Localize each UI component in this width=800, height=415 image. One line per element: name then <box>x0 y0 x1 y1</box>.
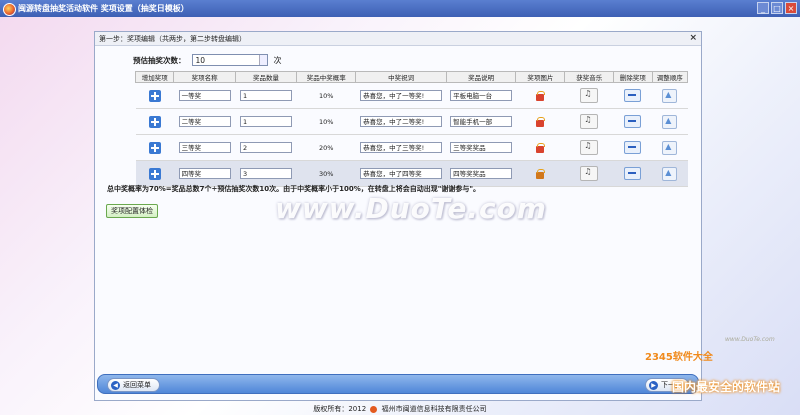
brand-watermark: 2345软件大全 <box>645 352 713 363</box>
delete-prize-icon[interactable] <box>624 141 642 154</box>
company-logo-icon <box>370 405 378 413</box>
title-bar: 闽源转盘抽奖活动软件 奖项设置（抽奖日模板） _ □ × <box>0 0 800 17</box>
prize-image-icon[interactable] <box>535 116 546 128</box>
prize-message-input[interactable]: 恭喜您，中了四等奖 <box>360 168 443 179</box>
prize-qty-stepper[interactable]: 1 <box>239 116 292 127</box>
prize-probability: 10% <box>296 108 356 135</box>
col-image: 奖项图片 <box>515 71 566 83</box>
prize-probability: 10% <box>296 82 356 109</box>
company-name: 福州市闽道信息科技有限责任公司 <box>381 405 487 413</box>
col-music: 获奖音乐 <box>564 71 615 83</box>
prize-desc-input[interactable]: 平板电脑一台 <box>450 90 513 101</box>
watermark-text: www.DuoTe.com <box>275 192 547 225</box>
music-icon[interactable] <box>580 140 599 155</box>
site-url-watermark: www.DuoTe.com <box>725 336 775 343</box>
prize-image-icon[interactable] <box>535 90 546 102</box>
move-up-icon[interactable] <box>662 114 678 129</box>
music-icon[interactable] <box>580 166 599 181</box>
dialog-title: 第一步：奖项编辑（共两步，第二步转盘编辑） <box>99 35 246 43</box>
prize-message-input[interactable]: 恭喜您，中了二等奖! <box>360 116 443 127</box>
delete-prize-icon[interactable] <box>624 115 642 128</box>
add-prize-icon[interactable] <box>148 167 161 180</box>
col-order: 调整顺序 <box>651 71 689 83</box>
prize-editor-dialog: 第一步：奖项编辑（共两步，第二步转盘编辑） × 预估抽奖次数： 10 次 增加奖… <box>94 31 702 401</box>
col-delete: 删除奖项 <box>613 71 653 83</box>
prize-qty-stepper[interactable]: 2 <box>239 142 292 153</box>
window-title: 闽源转盘抽奖活动软件 奖项设置（抽奖日模板） <box>18 4 189 13</box>
col-desc: 奖品说明 <box>445 71 517 83</box>
window-controls: _ □ × <box>757 2 797 14</box>
prize-image-icon[interactable] <box>535 142 546 154</box>
copyright-text: 版权所有：2012 <box>313 405 367 413</box>
draw-count-label: 预估抽奖次数： <box>133 55 186 65</box>
prize-probability: 20% <box>296 134 356 161</box>
draw-count-stepper[interactable]: 10 <box>191 54 268 66</box>
bottom-nav-bar: ◀ 返回菜单 ▶ 下一步 <box>97 374 699 394</box>
back-to-menu-button[interactable]: ◀ 返回菜单 <box>107 378 160 392</box>
prize-qty-stepper[interactable]: 1 <box>239 90 292 101</box>
add-prize-icon[interactable] <box>148 115 161 128</box>
music-icon[interactable] <box>580 88 599 103</box>
back-arrow-icon: ◀ <box>111 380 120 390</box>
prize-desc-input[interactable]: 三等奖奖品 <box>450 142 513 153</box>
col-name: 奖项名称 <box>173 71 236 83</box>
table-row: 一等奖 1 10% 恭喜您，中了一等奖! 平板电脑一台 <box>135 82 688 109</box>
prize-desc-input[interactable]: 智能手机一部 <box>450 116 513 127</box>
col-qty: 奖品数量 <box>234 71 298 83</box>
table-row: 四等奖 3 30% 恭喜您，中了四等奖 四等奖奖品 <box>135 160 688 187</box>
next-arrow-icon: ▶ <box>649 380 658 390</box>
close-button[interactable]: × <box>785 2 797 14</box>
move-up-icon[interactable] <box>662 88 678 103</box>
add-prize-icon[interactable] <box>148 89 161 102</box>
table-row: 三等奖 2 20% 恭喜您，中了三等奖! 三等奖奖品 <box>135 134 688 161</box>
prize-table: 增加奖项 奖项名称 奖品数量 奖品中奖概率 中奖祝词 奖品说明 奖项图片 获奖音… <box>134 71 689 187</box>
draw-count-unit: 次 <box>273 55 282 65</box>
prize-message-input[interactable]: 恭喜您，中了一等奖! <box>360 90 443 101</box>
draw-count-row: 预估抽奖次数： 10 次 <box>133 53 282 67</box>
delete-prize-icon[interactable] <box>624 167 642 180</box>
col-add: 增加奖项 <box>134 71 175 83</box>
prize-image-icon[interactable] <box>535 168 546 180</box>
col-msg: 中奖祝词 <box>355 71 447 83</box>
app-logo-icon <box>3 3 16 16</box>
move-up-icon[interactable] <box>662 140 678 155</box>
draw-count-value: 10 <box>195 56 206 65</box>
maximize-button[interactable]: □ <box>771 2 783 14</box>
minimize-button[interactable]: _ <box>757 2 769 14</box>
back-button-label: 返回菜单 <box>123 381 151 389</box>
table-header-row: 增加奖项 奖项名称 奖品数量 奖品中奖概率 中奖祝词 奖品说明 奖项图片 获奖音… <box>134 71 689 83</box>
footer: 版权所有：2012 福州市闽道信息科技有限责任公司 <box>0 404 800 415</box>
dialog-close-button[interactable]: × <box>689 33 697 43</box>
move-up-icon[interactable] <box>662 166 678 181</box>
music-icon[interactable] <box>580 114 599 129</box>
dialog-header: 第一步：奖项编辑（共两步，第二步转盘编辑） × <box>95 32 701 46</box>
prize-qty-stepper[interactable]: 3 <box>239 168 292 179</box>
prize-name-input[interactable]: 三等奖 <box>178 142 231 153</box>
prize-name-input[interactable]: 二等奖 <box>178 116 231 127</box>
prize-name-input[interactable]: 四等奖 <box>178 168 231 179</box>
delete-prize-icon[interactable] <box>624 89 642 102</box>
prize-message-input[interactable]: 恭喜您，中了三等奖! <box>360 142 443 153</box>
col-prob: 奖品中奖概率 <box>296 71 357 83</box>
spin-arrows-icon[interactable] <box>258 55 267 65</box>
prize-name-input[interactable]: 一等奖 <box>178 90 231 101</box>
prize-config-check-button[interactable]: 奖项配置体检 <box>106 204 158 218</box>
prize-desc-input[interactable]: 四等奖奖品 <box>450 168 513 179</box>
prize-probability: 30% <box>296 160 356 187</box>
add-prize-icon[interactable] <box>148 141 161 154</box>
slogan-watermark: 国内最安全的软件站 <box>672 380 781 394</box>
table-row: 二等奖 1 10% 恭喜您，中了二等奖! 智能手机一部 <box>135 108 688 135</box>
